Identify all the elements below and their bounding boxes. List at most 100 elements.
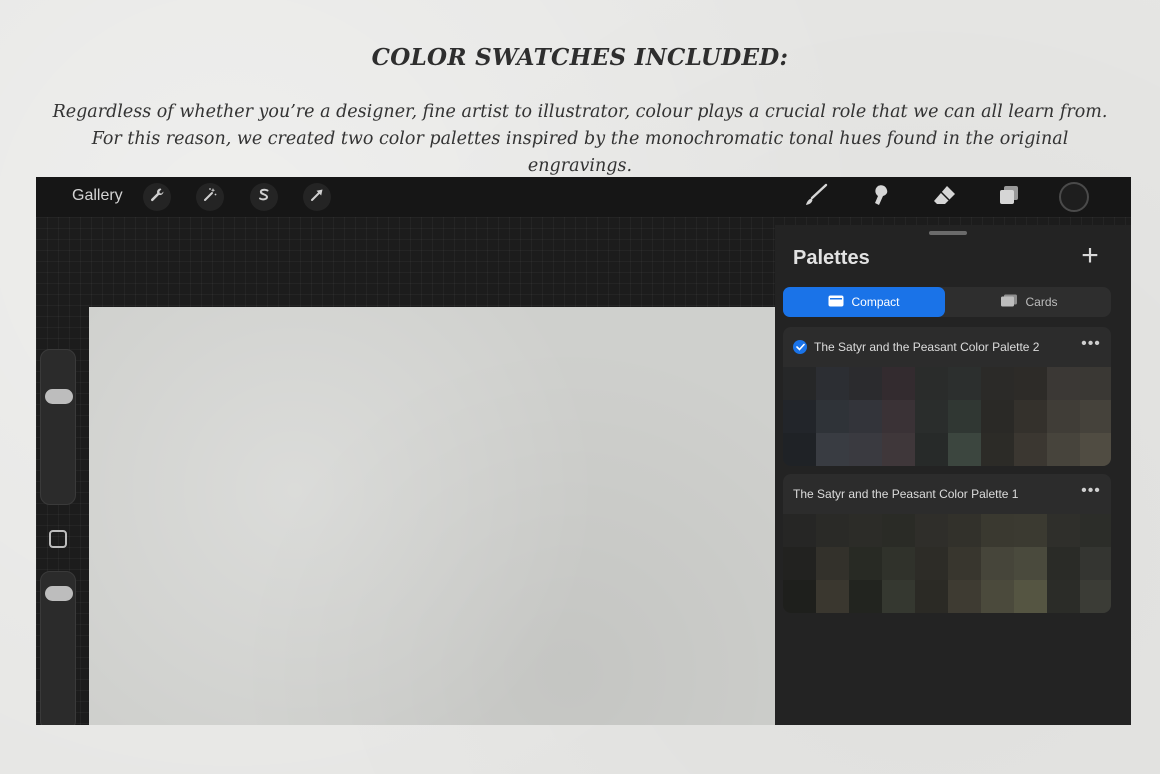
color-swatch[interactable] [1047,367,1080,400]
color-swatch[interactable] [816,367,849,400]
color-swatch[interactable] [849,400,882,433]
color-swatch[interactable] [816,514,849,547]
palette-more-button[interactable]: ••• [1079,335,1103,355]
drawing-canvas[interactable] [89,307,775,725]
color-swatch[interactable] [882,433,915,466]
color-swatch[interactable] [981,367,1014,400]
tab-compact[interactable]: Compact [783,287,945,317]
color-swatch[interactable] [849,580,882,613]
color-swatch[interactable] [1080,580,1111,613]
color-swatch[interactable] [948,580,981,613]
adjustments-button[interactable] [196,183,224,211]
gallery-button[interactable]: Gallery [72,187,123,205]
add-palette-button[interactable]: + [1076,241,1104,271]
color-swatch[interactable] [882,400,915,433]
smudge-icon [869,183,893,212]
palettes-panel: Palettes + Compact Cards The Satyr and t… [775,225,1131,725]
top-toolbar: Gallery [36,177,1131,217]
opacity-slider[interactable] [40,571,76,725]
opacity-thumb[interactable] [45,586,73,602]
palette-more-button[interactable]: ••• [1079,482,1103,502]
color-swatch[interactable] [948,367,981,400]
brush-size-slider[interactable] [40,349,76,505]
brush-size-thumb[interactable] [45,389,73,405]
default-check-icon[interactable] [793,340,807,354]
color-swatch[interactable] [882,514,915,547]
color-swatch[interactable] [783,433,816,466]
color-swatch[interactable] [783,580,816,613]
color-swatch[interactable] [948,547,981,580]
transform-button[interactable] [303,183,331,211]
color-swatch[interactable] [915,580,948,613]
eraser-button[interactable] [930,183,960,211]
color-swatch[interactable] [1080,433,1111,466]
page-heading: COLOR SWATCHES INCLUDED: [371,44,789,71]
cards-icon [1000,294,1018,310]
color-swatch[interactable] [981,580,1014,613]
tab-cards[interactable]: Cards [947,287,1111,317]
color-swatch[interactable] [849,367,882,400]
intro-paragraph: Regardless of whether you’re a designer,… [52,102,1108,176]
color-swatch[interactable] [849,514,882,547]
color-swatch[interactable] [783,547,816,580]
palette-card[interactable]: The Satyr and the Peasant Color Palette … [783,474,1111,613]
color-swatch[interactable] [1014,367,1047,400]
more-icon: ••• [1081,482,1101,499]
color-swatch[interactable] [882,547,915,580]
color-swatch[interactable] [1080,367,1111,400]
color-swatch[interactable] [816,547,849,580]
color-swatch[interactable] [1047,514,1080,547]
color-swatch[interactable] [915,433,948,466]
color-swatch[interactable] [816,580,849,613]
color-swatch[interactable] [783,514,816,547]
modify-button[interactable] [49,530,67,548]
color-swatch[interactable] [981,433,1014,466]
color-swatch[interactable] [816,433,849,466]
color-swatch[interactable] [1080,400,1111,433]
smudge-button[interactable] [866,183,896,211]
color-swatch[interactable] [1014,547,1047,580]
color-swatch[interactable] [849,547,882,580]
color-swatch[interactable] [915,514,948,547]
color-swatch[interactable] [1080,514,1111,547]
color-swatch[interactable] [948,433,981,466]
selection-button[interactable] [250,183,278,211]
color-swatch[interactable] [1047,400,1080,433]
tab-cards-label: Cards [1025,295,1058,309]
current-color-button[interactable] [1059,182,1089,212]
color-swatch[interactable] [1014,433,1047,466]
color-swatch[interactable] [1014,400,1047,433]
layers-button[interactable] [994,183,1024,211]
palette-card[interactable]: The Satyr and the Peasant Color Palette … [783,327,1111,466]
transform-arrow-icon [309,187,325,208]
color-swatch[interactable] [1080,547,1111,580]
color-swatch[interactable] [1014,580,1047,613]
color-swatch[interactable] [783,400,816,433]
color-swatch[interactable] [1014,514,1047,547]
panel-grabber[interactable] [929,231,967,235]
color-swatch[interactable] [915,400,948,433]
color-swatch[interactable] [1047,433,1080,466]
color-swatch[interactable] [849,433,882,466]
compact-icon [828,295,844,310]
color-swatch[interactable] [915,547,948,580]
palette-header: The Satyr and the Peasant Color Palette … [783,474,1111,514]
color-swatch[interactable] [981,547,1014,580]
color-swatch[interactable] [981,514,1014,547]
actions-button[interactable] [143,183,171,211]
swatch-grid [783,514,1111,613]
color-swatch[interactable] [948,400,981,433]
color-swatch[interactable] [783,367,816,400]
color-swatch[interactable] [981,400,1014,433]
color-swatch[interactable] [816,400,849,433]
brush-button[interactable] [801,183,831,211]
color-swatch[interactable] [1047,547,1080,580]
color-swatch[interactable] [948,514,981,547]
more-icon: ••• [1081,335,1101,352]
color-swatch[interactable] [1047,580,1080,613]
color-swatch[interactable] [882,580,915,613]
color-swatch[interactable] [882,367,915,400]
color-swatch[interactable] [915,367,948,400]
panel-title: Palettes [793,247,870,269]
selection-icon [256,187,272,208]
